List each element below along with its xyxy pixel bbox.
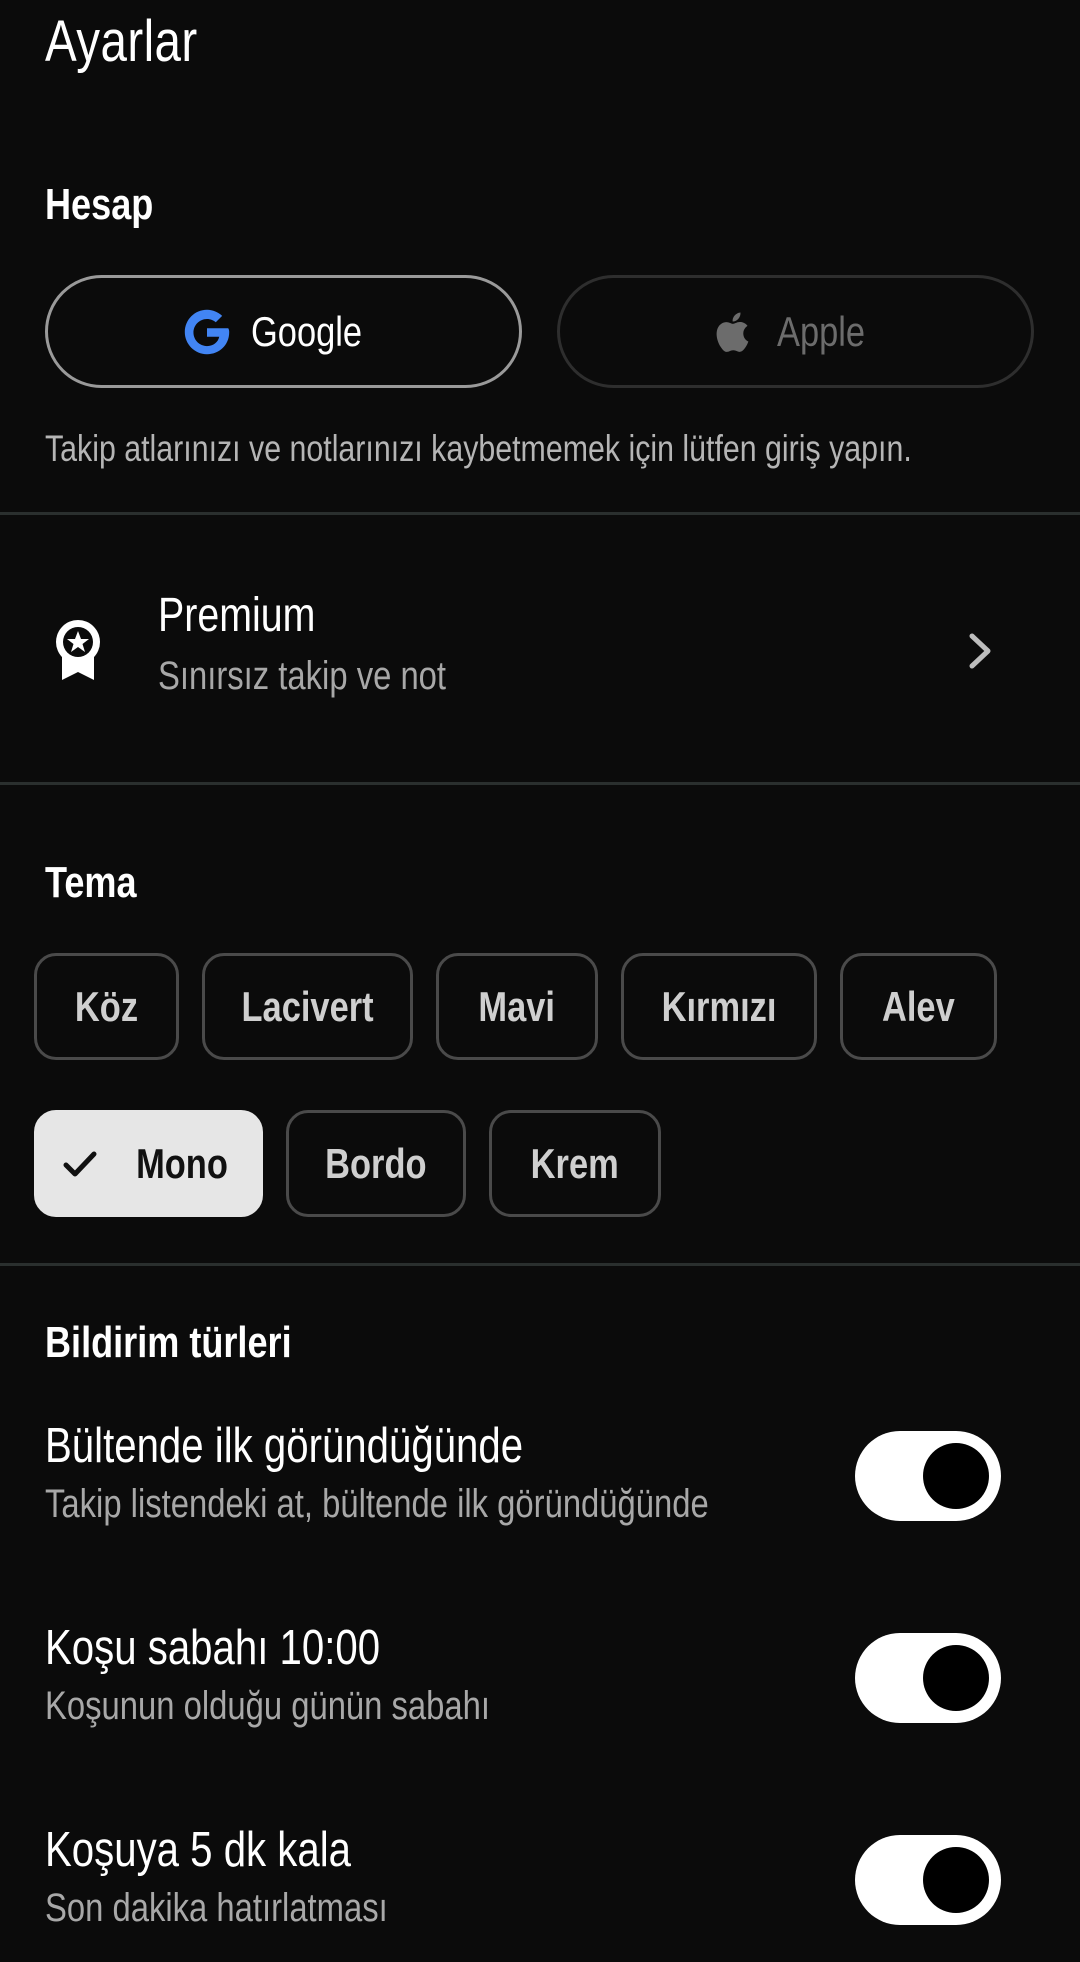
divider — [0, 782, 1080, 785]
theme-heading: Tema — [45, 858, 137, 907]
notification-title: Koşu sabahı 10:00 — [45, 1621, 381, 1675]
notification-subtitle: Takip listendeki at, bültende ilk göründ… — [45, 1482, 709, 1526]
theme-chip-alev[interactable]: Alev — [840, 953, 997, 1060]
google-icon — [184, 309, 229, 354]
theme-chip-krem[interactable]: Krem — [489, 1110, 661, 1217]
notification-setting-race-morning: Koşu sabahı 10:00 Koşunun olduğu günün s… — [0, 1620, 1080, 1770]
toggle-knob — [923, 1443, 989, 1509]
notification-setting-first-appearance: Bültende ilk göründüğünde Takip listende… — [0, 1418, 1080, 1568]
chevron-right-icon — [969, 633, 991, 669]
page-title: Ayarlar — [45, 9, 198, 74]
apple-sign-in-button[interactable]: Apple — [557, 275, 1034, 388]
notification-title: Koşuya 5 dk kala — [45, 1823, 352, 1877]
notification-toggle[interactable] — [855, 1835, 1001, 1925]
notification-toggle[interactable] — [855, 1431, 1001, 1521]
toggle-knob — [923, 1645, 989, 1711]
notification-subtitle: Son dakika hatırlatması — [45, 1886, 388, 1930]
theme-chip-mavi[interactable]: Mavi — [436, 953, 598, 1060]
theme-chip-lacivert[interactable]: Lacivert — [202, 953, 413, 1060]
theme-chip-kirmizi[interactable]: Kırmızı — [621, 953, 817, 1060]
auth-buttons: Google Apple — [45, 275, 1035, 388]
notification-toggle[interactable] — [855, 1633, 1001, 1723]
theme-chip-bordo[interactable]: Bordo — [286, 1110, 466, 1217]
google-label: Google — [250, 307, 362, 355]
award-ribbon-icon — [56, 620, 100, 680]
notifications-heading: Bildirim türleri — [45, 1318, 292, 1367]
notification-setting-five-minutes: Koşuya 5 dk kala Son dakika hatırlatması — [0, 1822, 1080, 1962]
apple-icon — [716, 312, 749, 352]
divider — [0, 1263, 1080, 1266]
google-sign-in-button[interactable]: Google — [45, 275, 522, 388]
sign-in-hint: Takip atlarınızı ve notlarınızı kaybetme… — [45, 428, 912, 469]
toggle-knob — [923, 1847, 989, 1913]
premium-row[interactable]: Premium Sınırsız takip ve not — [0, 516, 1080, 780]
account-heading: Hesap — [45, 180, 154, 229]
check-icon — [63, 1151, 97, 1176]
apple-label: Apple — [776, 307, 865, 355]
premium-subtitle: Sınırsız takip ve not — [158, 654, 447, 698]
premium-title: Premium — [158, 589, 316, 642]
divider — [0, 512, 1080, 515]
theme-chip-mono[interactable]: Mono — [34, 1110, 263, 1217]
settings-screen: Ayarlar Hesap Google Apple Takip atların… — [0, 0, 1080, 1962]
notification-subtitle: Koşunun olduğu günün sabahı — [45, 1684, 491, 1728]
notification-title: Bültende ilk göründüğünde — [45, 1419, 524, 1473]
theme-chip-koz[interactable]: Köz — [34, 953, 179, 1060]
